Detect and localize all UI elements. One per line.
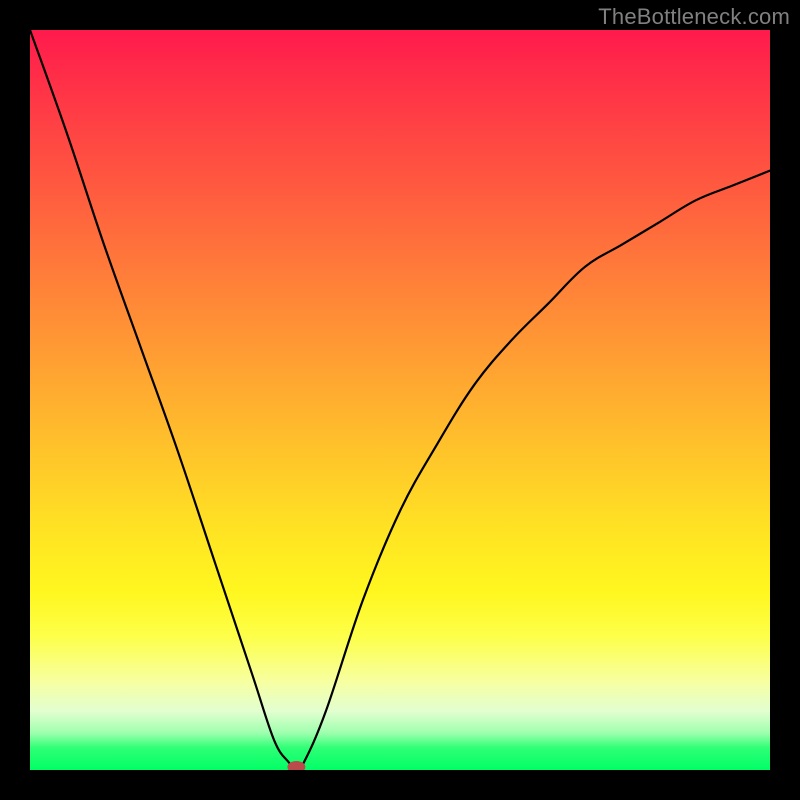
plot-area (30, 30, 770, 770)
chart-frame: TheBottleneck.com (0, 0, 800, 800)
bottleneck-curve (30, 30, 770, 770)
watermark-text: TheBottleneck.com (598, 4, 790, 30)
curve-layer (30, 30, 770, 770)
